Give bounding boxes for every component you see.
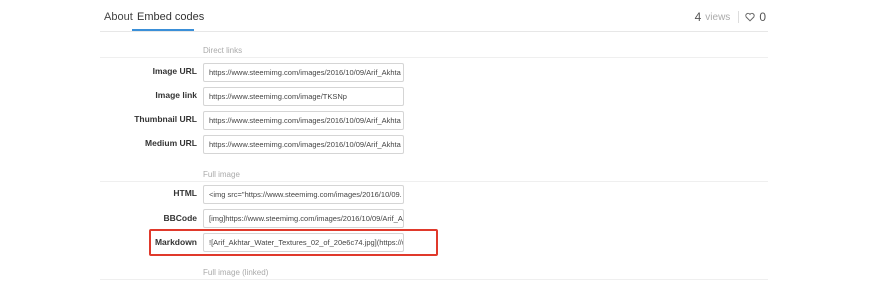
- views-count: 4: [694, 10, 702, 24]
- section-title-direct-links: Direct links: [203, 46, 243, 55]
- heart-icon[interactable]: [745, 12, 755, 22]
- markdown-field[interactable]: ![Arif_Akhtar_Water_Textures_02_of_20e6c…: [203, 233, 404, 252]
- image-link-label: Image link: [155, 90, 197, 100]
- tab-embed-codes[interactable]: Embed codes: [137, 11, 204, 23]
- thumbnail-url-field[interactable]: https://www.steemimg.com/images/2016/10/…: [203, 111, 404, 130]
- bbcode-field[interactable]: [img]https://www.steemimg.com/images/201…: [203, 209, 404, 228]
- tab-bar: About Embed codes 4 views 0: [100, 0, 768, 32]
- embed-codes-panel: About Embed codes 4 views 0 Direct links…: [0, 0, 872, 292]
- section-divider: [100, 181, 768, 182]
- medium-url-label: Medium URL: [145, 138, 197, 148]
- markdown-label: Markdown: [154, 237, 197, 247]
- stats-divider: [738, 11, 740, 23]
- bbcode-label: BBCode: [163, 213, 197, 223]
- section-divider: [100, 279, 768, 280]
- image-url-label: Image URL: [152, 66, 197, 76]
- views-label: views: [705, 11, 731, 23]
- section-divider: [100, 57, 768, 58]
- active-tab-indicator: [132, 29, 194, 31]
- html-label: HTML: [173, 188, 197, 198]
- thumbnail-url-label: Thumbnail URL: [134, 114, 197, 124]
- medium-url-field[interactable]: https://www.steemimg.com/images/2016/10/…: [203, 135, 404, 154]
- html-code-field[interactable]: <img src="https://www.steemimg.com/image…: [203, 185, 404, 204]
- image-stats: 4 views 0: [695, 10, 766, 24]
- likes-count: 0: [759, 10, 766, 24]
- section-title-full-image: Full image: [203, 170, 240, 179]
- section-title-full-image-linked: Full image (linked): [203, 268, 269, 277]
- tab-about[interactable]: About: [104, 11, 133, 23]
- image-link-field[interactable]: https://www.steemimg.com/image/TKSNp: [203, 87, 404, 106]
- image-url-field[interactable]: https://www.steemimg.com/images/2016/10/…: [203, 63, 404, 82]
